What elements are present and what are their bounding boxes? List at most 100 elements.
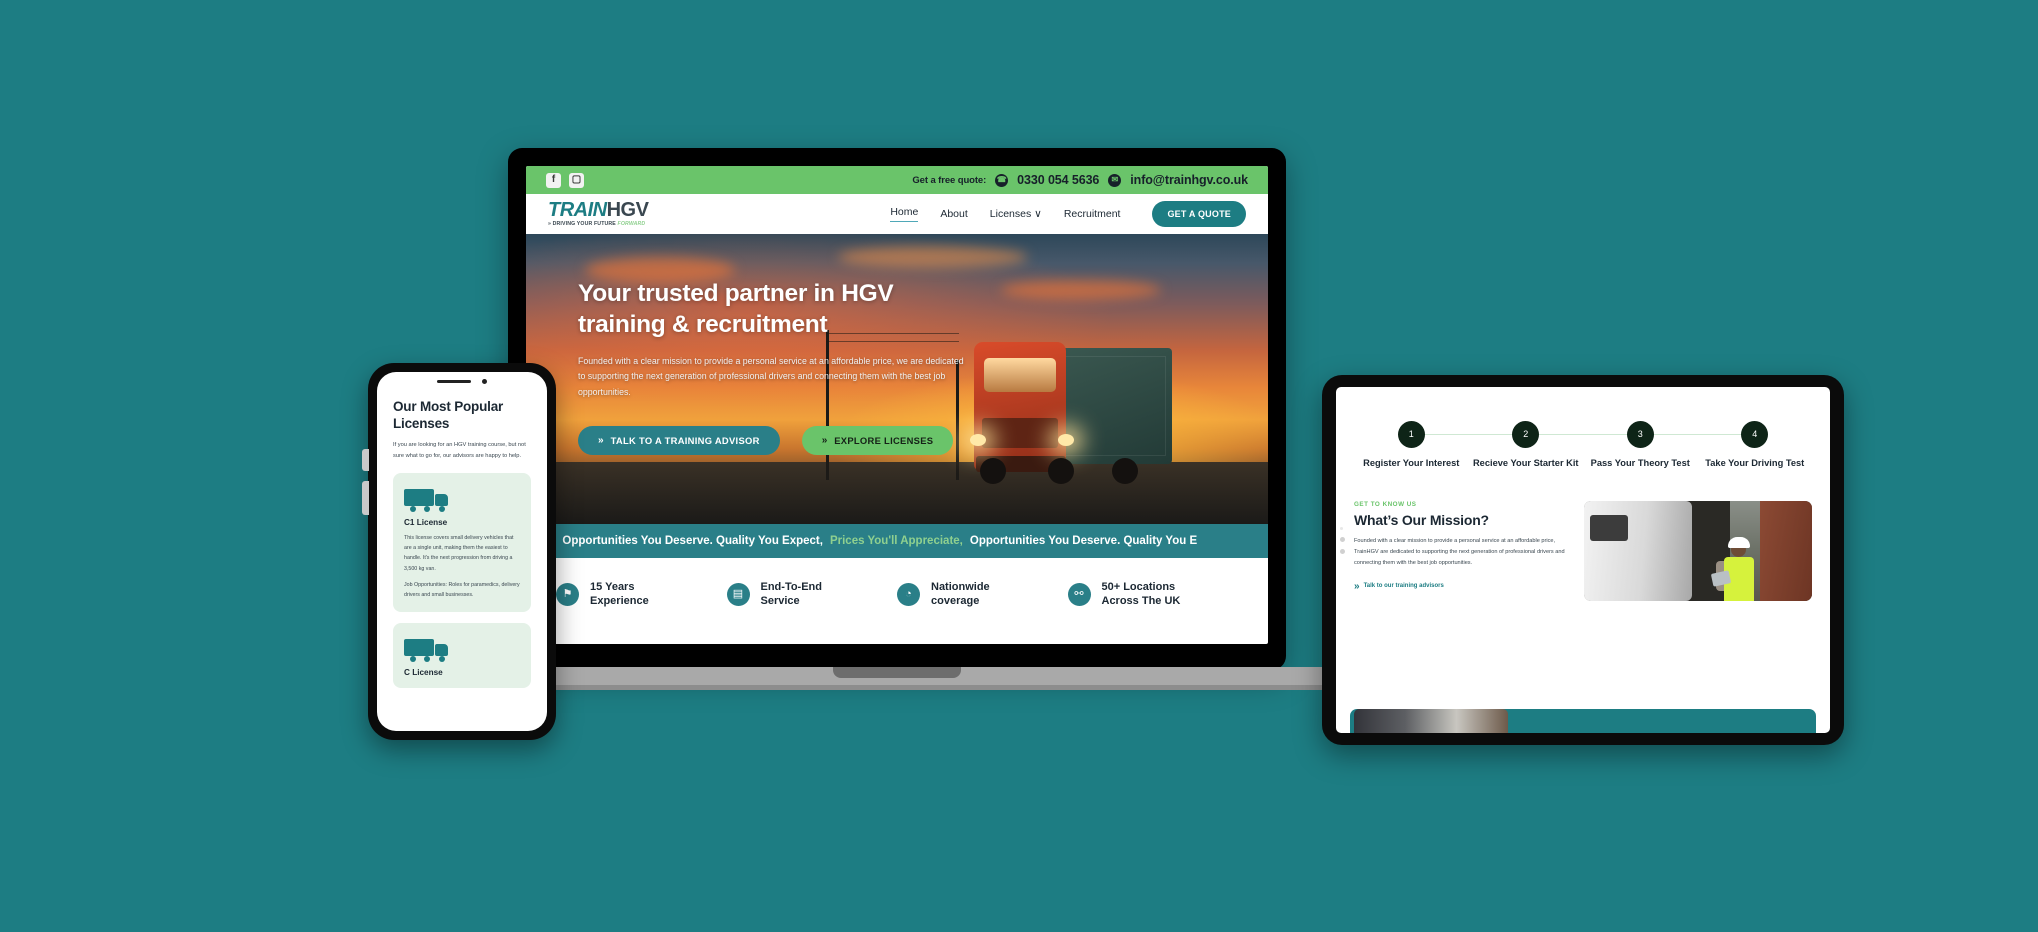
truck-cab xyxy=(435,643,448,656)
tablet-next-section-image xyxy=(1354,709,1508,733)
truck-icon xyxy=(404,636,452,662)
explore-licenses-label: EXPLORE LICENSES xyxy=(834,434,934,446)
phone-speaker-notch xyxy=(437,379,487,384)
nav-link-licenses[interactable]: Licenses ∨ xyxy=(990,208,1042,220)
scroll-dot[interactable] xyxy=(1340,537,1345,542)
logo-tagline-main: DRIVING YOUR FUTURE xyxy=(552,221,618,228)
marquee-text: ciate, Opportunities You Deserve. Qualit… xyxy=(526,535,1197,547)
hero-paragraph: Founded with a clear mission to provide … xyxy=(578,355,964,397)
shipping-container xyxy=(1760,501,1812,602)
truck-windshield xyxy=(984,358,1056,392)
phone-earpiece xyxy=(437,379,471,384)
scroll-dot[interactable] xyxy=(1340,549,1345,554)
feature-line-1: 50+ Locations xyxy=(1101,580,1176,593)
step-connector-line xyxy=(1411,434,1526,436)
mission-paragraph: Founded with a clear mission to provide … xyxy=(1354,538,1565,566)
step-label: Register Your Interest xyxy=(1363,458,1460,468)
step-connector-line xyxy=(1640,434,1755,436)
step-item-1: 1 Register Your Interest xyxy=(1354,421,1526,469)
nav-link-recruitment[interactable]: Recruitment xyxy=(1064,208,1121,220)
scroll-indicator-dots[interactable] xyxy=(1340,527,1345,554)
logo-tagline-accent: FORWARD xyxy=(617,221,646,228)
mission-heading: What’s Our Mission? xyxy=(1354,512,1489,529)
phone-paragraph: If you are looking for an HGV training c… xyxy=(393,442,526,460)
nav-links: Home About Licenses ∨ Recruitment GET A … xyxy=(890,201,1246,227)
logo-tagline: » DRIVING YOUR FUTURE FORWARD xyxy=(548,221,646,228)
explore-licenses-button[interactable]: » EXPLORE LICENSES xyxy=(801,425,954,455)
double-chevron-icon: » xyxy=(1354,580,1359,592)
feature-text: End-To-End Service xyxy=(761,580,823,608)
license-card-c1[interactable]: C1 License This license covers small del… xyxy=(393,472,531,612)
globe-icon: ◔ xyxy=(897,582,920,606)
license-card-c[interactable]: C License xyxy=(393,622,531,688)
laptop-trackpad-notch xyxy=(833,667,961,678)
truck-wheel xyxy=(410,655,416,662)
feature-line-1: 15 Years xyxy=(590,580,635,593)
nav-link-about[interactable]: About xyxy=(940,208,967,220)
phone-camera-dot xyxy=(482,379,487,384)
phone-volume-button[interactable] xyxy=(362,449,369,471)
truck-wheel xyxy=(1112,458,1138,484)
logo-hgv-text: HGV xyxy=(606,199,649,222)
talk-to-advisors-label: Talk to our training advisors xyxy=(1363,583,1444,590)
double-chevron-icon: » xyxy=(598,434,603,446)
laptop-mockup: f ▢ Get a free quote: ☎ 0330 054 5636 ✉ … xyxy=(456,148,1338,693)
license-card-body: This license covers small delivery vehic… xyxy=(404,534,514,572)
tablet-mockup: 1 Register Your Interest 2 Recieve Your … xyxy=(1322,375,1844,745)
mission-eyebrow: GET TO KNOW US xyxy=(1354,501,1417,509)
features-strip: ⚑ 15 Years Experience ▤ End-To-End Servi… xyxy=(526,558,1268,630)
nav-link-home[interactable]: Home xyxy=(890,206,919,222)
feature-text: 15 Years Experience xyxy=(590,580,649,608)
worker-with-truck-image xyxy=(1584,501,1812,602)
truck-body xyxy=(404,638,434,656)
talk-to-advisor-button[interactable]: » TALK TO A TRAINING ADVISOR xyxy=(578,425,780,455)
step-connector-line xyxy=(1525,434,1641,436)
feature-item-experience: ⚑ 15 Years Experience xyxy=(556,580,727,608)
phone-heading: Our Most Popular Licenses xyxy=(393,399,504,431)
talk-to-advisors-link[interactable]: » Talk to our training advisors xyxy=(1354,581,1568,592)
people-icon: ⚯ xyxy=(1067,582,1091,606)
tablet-screen: 1 Register Your Interest 2 Recieve Your … xyxy=(1336,387,1830,733)
marquee-segment: Prices You'll Appreciate, xyxy=(829,535,963,547)
site-nav: TRAINHGV » DRIVING YOUR FUTURE FORWARD H… xyxy=(526,194,1268,234)
truck-icon xyxy=(404,486,452,512)
laptop-lid: f ▢ Get a free quote: ☎ 0330 054 5636 ✉ … xyxy=(508,148,1286,670)
site-logo[interactable]: TRAINHGV » DRIVING YOUR FUTURE FORWARD xyxy=(548,199,649,228)
phone-mockup: Our Most Popular Licenses If you are loo… xyxy=(362,363,556,740)
truck-cab xyxy=(435,493,448,506)
hero-content: Your trusted partner in HGV training & r… xyxy=(578,278,978,455)
phone-icon: ☎ xyxy=(995,173,1009,187)
chevron-down-icon: ∨ xyxy=(1034,208,1042,220)
feature-text: 50+ Locations Across The UK xyxy=(1102,580,1181,608)
license-card-title: C License xyxy=(404,667,443,677)
truck-wheel xyxy=(980,458,1006,484)
mockup-stage: f ▢ Get a free quote: ☎ 0330 054 5636 ✉ … xyxy=(0,0,2038,932)
step-number-badge: 3 xyxy=(1626,421,1654,448)
topbar-contact: Get a free quote: ☎ 0330 054 5636 ✉ info… xyxy=(912,173,1248,187)
step-item-3: 3 Pass Your Theory Test xyxy=(1583,421,1755,469)
instagram-icon[interactable]: ▢ xyxy=(569,172,584,188)
step-number-badge: 2 xyxy=(1512,421,1540,448)
get-a-quote-button[interactable]: GET A QUOTE xyxy=(1152,201,1246,227)
hard-hat-icon xyxy=(1728,537,1750,549)
feature-item-service: ▤ End-To-End Service xyxy=(726,580,898,608)
mission-section: GET TO KNOW US What’s Our Mission? Found… xyxy=(1354,501,1812,602)
feature-line-1: End-To-End xyxy=(760,580,823,593)
feature-line-2: Service xyxy=(760,595,800,607)
marquee-segment: Opportunities You Deserve. Quality You E xyxy=(969,535,1198,547)
feature-item-coverage: ◔ Nationwide coverage xyxy=(897,580,1068,608)
step-item-2: 2 Recieve Your Starter Kit xyxy=(1469,421,1641,469)
truck-wheel xyxy=(410,505,416,512)
phone-number[interactable]: 0330 054 5636 xyxy=(1017,173,1099,187)
email-address[interactable]: info@trainhgv.co.uk xyxy=(1130,173,1248,187)
laptop-foot xyxy=(456,685,1338,690)
phone-power-button[interactable] xyxy=(362,481,369,515)
award-icon: ⚑ xyxy=(556,582,579,606)
hero-section: Your trusted partner in HGV training & r… xyxy=(526,234,1268,524)
facebook-icon[interactable]: f xyxy=(546,172,561,188)
step-label: Recieve Your Starter Kit xyxy=(1472,458,1579,468)
step-item-4: 4 Take Your Driving Test xyxy=(1698,421,1813,469)
logo-train-text: TRAIN xyxy=(548,199,607,222)
scroll-dot[interactable] xyxy=(1340,527,1343,530)
nav-link-licenses-label: Licenses xyxy=(989,208,1032,220)
